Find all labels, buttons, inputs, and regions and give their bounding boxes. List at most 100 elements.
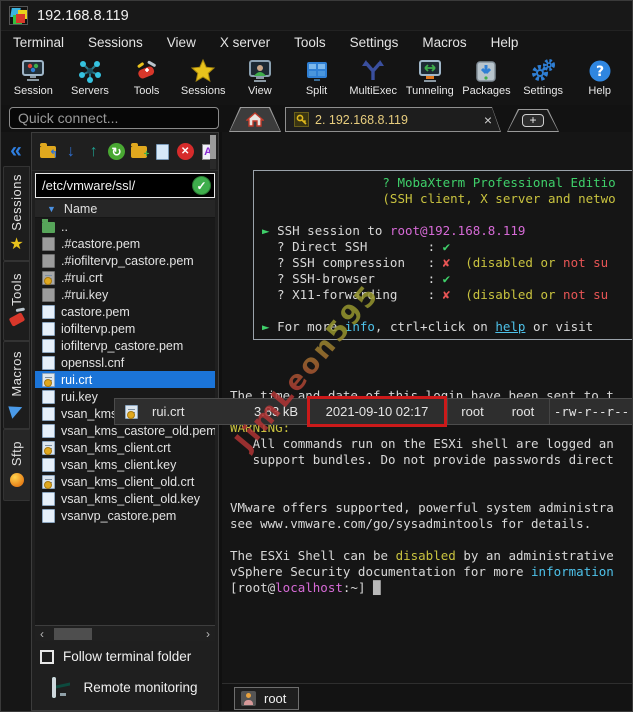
file-row[interactable]: vsan_kms_client_old.key <box>35 490 215 507</box>
file-row[interactable]: .#iofiltervp_castore.pem <box>35 252 215 269</box>
main-toolbar: Session Servers Tools Sessions View <box>1 54 632 105</box>
terminal-line <box>262 207 633 223</box>
file-row[interactable]: castore.pem <box>35 303 215 320</box>
swiss-knife-icon <box>10 311 24 329</box>
upload-button[interactable]: ↑ <box>84 142 104 162</box>
file-info-owner: root <box>447 399 497 424</box>
path-confirm-icon[interactable]: ✓ <box>192 176 211 195</box>
doc-icon <box>42 322 55 336</box>
sftp-vertical-scrollbar[interactable] <box>210 135 216 169</box>
menu-terminal[interactable]: Terminal <box>1 32 76 53</box>
star-icon <box>190 57 216 84</box>
menu-macros[interactable]: Macros <box>410 32 478 53</box>
cert-icon <box>42 373 55 387</box>
menu-bar: Terminal Sessions View X server Tools Se… <box>1 31 632 54</box>
toolbar-button-tunneling[interactable]: Tunneling <box>401 54 458 105</box>
file-row[interactable]: .#rui.crt <box>35 269 215 286</box>
toolbar-button-tools[interactable]: Tools <box>118 54 175 105</box>
file-dim-icon <box>42 288 55 302</box>
menu-tools[interactable]: Tools <box>282 32 338 53</box>
sidebar-tab-tools[interactable]: Tools <box>3 261 30 341</box>
sftp-ball-icon <box>10 471 24 489</box>
new-file-button[interactable] <box>152 142 172 162</box>
mobaxterm-logo-icon <box>9 6 28 25</box>
mobaxterm-window: 192.168.8.119 Terminal Sessions View X s… <box>0 0 633 712</box>
remote-monitoring-button[interactable]: Remote monitoring <box>32 679 218 696</box>
menu-help[interactable]: Help <box>479 32 531 53</box>
menu-sessions[interactable]: Sessions <box>76 32 155 53</box>
sidebar-tab-sftp[interactable]: Sftp <box>3 429 30 501</box>
toolbar-button-sessions[interactable]: Sessions <box>175 54 232 105</box>
file-name: .#iofiltervp_castore.pem <box>61 254 194 268</box>
file-row[interactable]: vsan_kms_client.crt <box>35 439 215 456</box>
sidebar-tab-macros[interactable]: Macros <box>3 341 30 429</box>
terminal-line: ► For more info, ctrl+click on help or v… <box>262 319 633 335</box>
toolbar-button-servers[interactable]: Servers <box>62 54 119 105</box>
file-row[interactable]: openssl.cnf <box>35 354 215 371</box>
scrollbar-thumb[interactable] <box>54 628 92 640</box>
file-row[interactable]: .#rui.key <box>35 286 215 303</box>
toolbar-button-view[interactable]: View <box>232 54 289 105</box>
follow-terminal-folder-checkbox[interactable] <box>40 650 54 664</box>
toolbar-button-packages[interactable]: Packages <box>458 54 515 105</box>
tab-label: 2. 192.168.8.119 <box>315 113 480 127</box>
file-row[interactable]: vsan_kms_client_old.crt <box>35 473 215 490</box>
refresh-button[interactable]: ↻ <box>107 142 127 162</box>
toolbar-button-settings[interactable]: Settings <box>515 54 572 105</box>
file-name: .#castore.pem <box>61 237 140 251</box>
terminal-line: ? SSH compression : ✘ (disabled or not s… <box>262 255 633 271</box>
toolbar-button-multiexec[interactable]: MultiExec <box>345 54 402 105</box>
toolbar-button-help[interactable]: ? Help <box>571 54 628 105</box>
file-row[interactable]: vsan_kms_client.key <box>35 456 215 473</box>
scroll-right-icon[interactable]: › <box>201 627 215 641</box>
sftp-path-input[interactable] <box>35 173 215 198</box>
parent-folder-button[interactable]: ↰ <box>38 142 58 162</box>
terminal-line: vSphere Security documentation for more … <box>230 564 633 580</box>
menu-view[interactable]: View <box>155 32 208 53</box>
sort-desc-icon: ▼ <box>47 204 56 214</box>
certificate-icon <box>125 405 138 419</box>
toolbar-button-split[interactable]: Split <box>288 54 345 105</box>
download-button[interactable]: ↓ <box>61 142 81 162</box>
terminal-line: [root@localhost:~] █ <box>230 580 633 596</box>
file-row[interactable]: .. <box>35 218 215 235</box>
file-name: vsan_kms_castore_old.pem <box>61 424 215 438</box>
horizontal-scrollbar[interactable]: ‹ › <box>35 625 215 641</box>
delete-button[interactable]: ✕ <box>175 142 195 162</box>
window-title: 192.168.8.119 <box>37 8 129 24</box>
file-row[interactable]: iofiltervp.pem <box>35 320 215 337</box>
doc-icon <box>42 492 55 506</box>
file-row[interactable]: iofiltervp_castore.pem <box>35 337 215 354</box>
tab-active-session[interactable]: 2. 192.168.8.119 × <box>285 107 501 132</box>
menu-settings[interactable]: Settings <box>338 32 411 53</box>
tab-home[interactable] <box>229 107 281 132</box>
file-row[interactable]: .#castore.pem <box>35 235 215 252</box>
terminal-line: ? SSH-browser : ✔ <box>262 271 633 287</box>
cert-dim-icon <box>42 271 55 285</box>
menu-x-server[interactable]: X server <box>208 32 282 53</box>
file-name: vsan_kms_client_old.crt <box>61 475 194 489</box>
packages-icon <box>473 57 499 84</box>
new-tab-button[interactable]: + <box>507 109 559 132</box>
file-name: iofiltervp_castore.pem <box>61 339 183 353</box>
new-folder-button[interactable]: + <box>130 142 150 162</box>
quick-connect-input[interactable] <box>9 107 219 129</box>
terminal-line <box>230 468 633 484</box>
tools-knife-icon <box>134 57 160 84</box>
terminal-banner-box: ? MobaXterm Professional Editio (SSH cli… <box>253 170 633 340</box>
toolbar-button-session[interactable]: Session <box>5 54 62 105</box>
collapse-sidebar-button[interactable]: « <box>1 136 31 166</box>
gear-icon <box>530 57 556 84</box>
file-row[interactable]: rui.crt <box>35 371 215 388</box>
follow-terminal-folder-option: Follow terminal folder <box>40 649 191 664</box>
doc-icon <box>42 458 55 472</box>
user-button[interactable]: root <box>234 687 299 710</box>
doc-icon <box>42 339 55 353</box>
file-info-permissions: -rw-r--r-- <box>549 399 633 424</box>
file-row[interactable]: vsanvp_castore.pem <box>35 507 215 524</box>
sidebar-tab-sessions[interactable]: Sessions ★ <box>3 166 30 261</box>
tab-close-icon[interactable]: × <box>484 112 492 128</box>
file-name: rui.crt <box>61 373 92 387</box>
file-list-header[interactable]: ▼ Name <box>35 200 215 218</box>
scroll-left-icon[interactable]: ‹ <box>35 627 49 641</box>
